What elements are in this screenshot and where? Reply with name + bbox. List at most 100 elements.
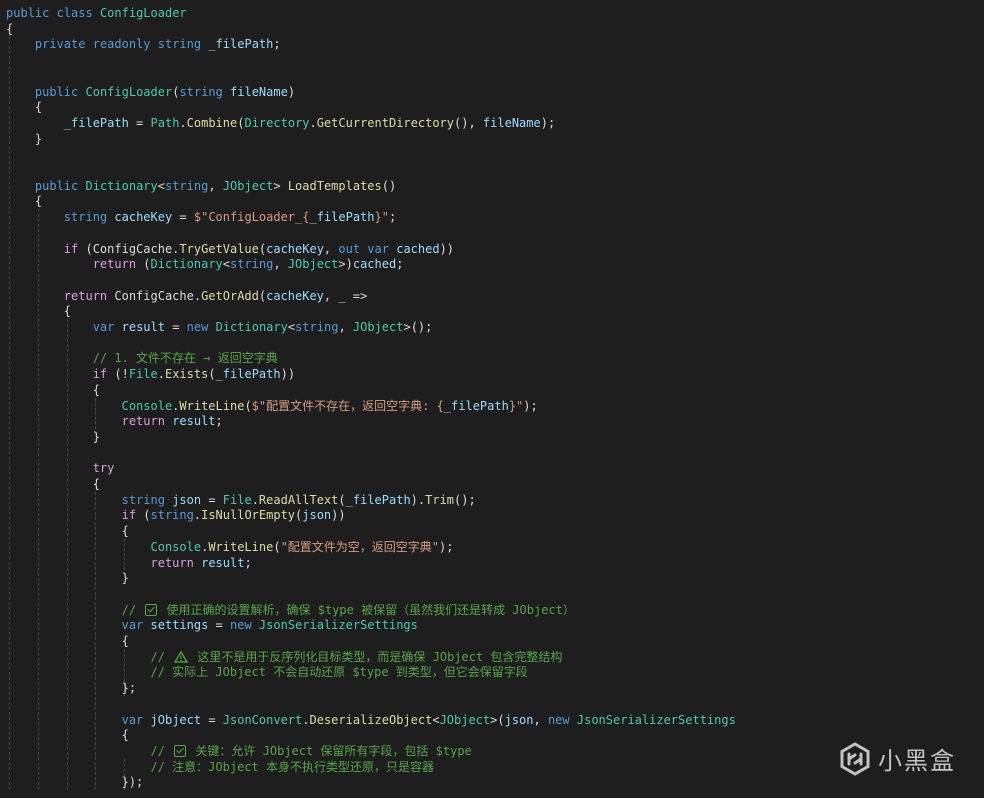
code-token: }; [6, 681, 137, 696]
code-line[interactable]: // 注意：JObject 本身不执行类型还原，只是容器 [6, 759, 434, 775]
code-token: // [150, 743, 173, 758]
code-line[interactable]: { [6, 21, 13, 37]
code-token: Console [121, 398, 173, 413]
code-line[interactable]: } [6, 570, 129, 586]
code-line[interactable]: var settings = new JsonSerializerSetting… [6, 617, 418, 633]
code-token: // 注意：JObject 本身不执行类型还原，只是容器 [150, 759, 434, 774]
code-token: _filePath [345, 492, 411, 507]
code-token: // 1. 文件不存在 → 返回空字典 [92, 351, 278, 366]
code-line[interactable]: { [6, 382, 100, 398]
code-line[interactable]: { [6, 476, 100, 492]
code-line[interactable]: // 关键：允许 JObject 保留所有字段，包括 $type [6, 743, 472, 759]
code-token: json [172, 492, 202, 507]
code-token: JObject [439, 712, 491, 727]
code-token: _filePath [215, 367, 281, 382]
code-token: string [63, 210, 108, 225]
code-line[interactable]: { [6, 193, 42, 209]
code-line[interactable]: }); [6, 774, 144, 790]
code-token: Console [150, 539, 202, 554]
code-line[interactable]: { [6, 523, 129, 539]
code-token: Dictionary [215, 320, 288, 334]
code-line[interactable]: return (Dictionary<string, JObject>)cach… [6, 256, 404, 272]
code-line[interactable]: { [6, 99, 42, 115]
code-line[interactable]: // 使用正确的设置解析，确保 $type 被保留（虽然我们还是转成 JObje… [6, 602, 575, 618]
watermark-text: 小黑盒 [878, 747, 956, 775]
code-line[interactable]: Console.WriteLine("配置文件为空，返回空字典"); [6, 539, 454, 555]
code-token: { [6, 477, 100, 491]
code-line[interactable]: private readonly string _filePath; [6, 36, 281, 52]
code-line[interactable]: }; [6, 680, 136, 696]
code-token: . [309, 115, 317, 130]
code-token: )) [280, 367, 296, 382]
watermark: 小黑盒 [838, 741, 956, 776]
code-line[interactable]: public Dictionary<string, JObject> LoadT… [6, 178, 396, 194]
code-token: new [547, 712, 570, 727]
code-line[interactable]: try [6, 460, 115, 476]
code-token: if [121, 508, 137, 523]
code-token: var [121, 712, 144, 727]
code-line[interactable]: var jObject = JsonConvert.DeserializeObj… [6, 712, 736, 728]
code-line[interactable]: public class ConfigLoader [6, 5, 187, 21]
code-line[interactable]: _filePath = Path.Combine(Directory.GetCu… [6, 115, 555, 131]
code-token: , _ => [323, 288, 368, 303]
code-token: _filePath [443, 398, 509, 413]
code-token: )) [439, 241, 455, 256]
code-token: < [432, 712, 440, 727]
code-line[interactable]: // 这里不是用于反序列化目标类型，而是确保 JObject 包含完整结构 [6, 649, 563, 665]
code-token: Combine [186, 115, 238, 130]
code-line[interactable]: } [6, 429, 100, 445]
code-line[interactable]: var result = new Dictionary<string, JObj… [6, 319, 433, 335]
code-line[interactable]: { [6, 303, 71, 319]
code-line[interactable]: if (string.IsNullOrEmpty(json)) [6, 507, 346, 523]
code-token: }" [508, 398, 524, 413]
code-token: { [6, 634, 129, 648]
code-line[interactable]: if (!File.Exists(_filePath)) [6, 366, 295, 382]
code-line[interactable]: return ConfigCache.GetOrAdd(cacheKey, _ … [6, 288, 367, 304]
code-line[interactable]: string cacheKey = $"ConfigLoader_{_fileP… [6, 209, 396, 225]
code-line[interactable]: } [6, 131, 42, 147]
code-line[interactable]: // 1. 文件不存在 → 返回空字典 [6, 350, 278, 366]
code-token: { [6, 194, 43, 209]
code-line[interactable]: string json = File.ReadAllText(_filePath… [6, 492, 476, 508]
code-token: , [323, 241, 339, 256]
code-token: = [164, 320, 187, 334]
code-token: ReadAllText [258, 492, 339, 507]
code-token: (! [107, 367, 129, 382]
code-token: string [295, 320, 339, 334]
code-line[interactable]: if (ConfigCache.TryGetValue(cacheKey, ou… [6, 241, 454, 257]
code-editor[interactable]: public class ConfigLoader{ private reado… [0, 0, 984, 798]
code-line[interactable]: return result; [6, 555, 252, 571]
code-token: 这里不是用于反序列化目标类型，而是确保 JObject 包含完整结构 [190, 649, 563, 664]
code-line[interactable]: public ConfigLoader(string fileName) [6, 84, 295, 100]
code-line[interactable]: return result; [6, 413, 223, 429]
code-token: 使用正确的设置解析，确保 $type 被保留（虽然我们还是转成 JObject） [159, 602, 575, 617]
code-token: string [179, 84, 223, 99]
code-line[interactable]: { [6, 727, 129, 743]
code-token: ( [136, 257, 151, 272]
code-token: (); [454, 492, 476, 507]
code-line[interactable]: Console.WriteLine($"配置文件不存在，返回空字典: {_fil… [6, 398, 538, 414]
code-token: string [150, 508, 194, 523]
code-line[interactable]: { [6, 633, 129, 649]
code-token: ConfigLoader [99, 6, 187, 20]
code-token: string [164, 178, 209, 193]
xiaoheihe-logo-icon [840, 741, 870, 776]
code-line[interactable]: // 实际上 JObject 不会自动还原 $type 到类型，但它会保留字段 [6, 664, 528, 680]
code-token: ; [215, 414, 223, 429]
